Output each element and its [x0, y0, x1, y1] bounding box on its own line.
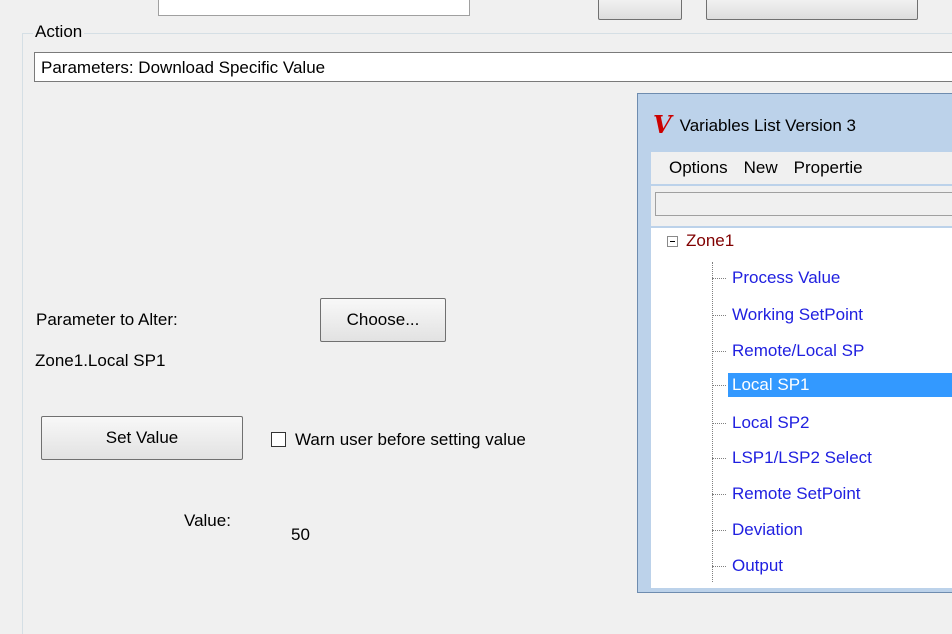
value-label: Value: [184, 511, 231, 530]
collapse-icon[interactable] [667, 236, 678, 247]
variables-menu-bar: Options New Propertie [651, 152, 952, 184]
top-button-1[interactable] [598, 0, 682, 20]
menu-new[interactable]: New [744, 158, 778, 178]
action-legend: Action [33, 22, 85, 42]
action-field[interactable]: Parameters: Download Specific Value [34, 52, 952, 82]
variables-title-bar[interactable]: V Variables List Version 3 [653, 106, 952, 146]
app-logo-icon: V [653, 109, 672, 139]
tree-item-local-sp2[interactable]: Local SP2 [712, 408, 810, 438]
top-button-2[interactable] [706, 0, 918, 20]
selected-parameter: Zone1.Local SP1 [35, 351, 166, 370]
warn-user-checkbox[interactable] [271, 432, 286, 447]
top-text-field[interactable] [158, 0, 470, 16]
parameter-label: Parameter to Alter: [36, 310, 178, 329]
tree-item-local-sp1[interactable]: Local SP1 [712, 370, 952, 400]
value-text: 50 [291, 525, 310, 544]
tree-item-remote-local-sp[interactable]: Remote/Local SP [712, 336, 864, 366]
tree-item-working-setpoint[interactable]: Working SetPoint [712, 300, 863, 330]
tree-item-output[interactable]: Output [712, 551, 783, 581]
set-value-button[interactable]: Set Value [41, 416, 243, 460]
toolbar-field[interactable] [655, 192, 952, 216]
tree-item-remote-setpoint[interactable]: Remote SetPoint [712, 479, 861, 509]
tree-root-zone1[interactable]: Zone1 [686, 231, 734, 251]
tree-item-deviation[interactable]: Deviation [712, 515, 803, 545]
tree-item-lsp-select[interactable]: LSP1/LSP2 Select [712, 443, 872, 473]
warn-user-label[interactable]: Warn user before setting value [295, 430, 526, 450]
menu-properties[interactable]: Propertie [794, 158, 863, 178]
window-title: Variables List Version 3 [679, 116, 857, 135]
menu-options[interactable]: Options [669, 158, 728, 178]
tree-item-process-value[interactable]: Process Value [712, 263, 840, 293]
choose-button[interactable]: Choose... [320, 298, 446, 342]
